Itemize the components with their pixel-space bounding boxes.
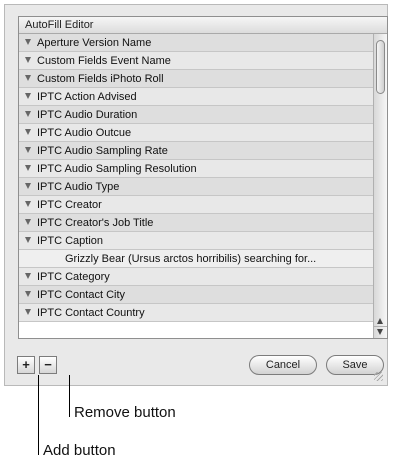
list-item-label: Grizzly Bear (Ursus arctos horribilis) s…: [65, 253, 317, 265]
list-item[interactable]: IPTC Creator's Job Title: [19, 214, 373, 232]
list-item-label: IPTC Creator: [37, 199, 102, 211]
list-item[interactable]: IPTC Audio Duration: [19, 106, 373, 124]
list-item-label: IPTC Action Advised: [37, 91, 137, 103]
list-item[interactable]: Aperture Version Name: [19, 34, 373, 52]
list-item[interactable]: IPTC Audio Type: [19, 178, 373, 196]
resize-grip-icon[interactable]: [374, 372, 383, 381]
disclosure-triangle-icon[interactable]: [25, 219, 31, 225]
remove-button-callout: Remove button: [74, 404, 176, 421]
scroll-up-arrow-icon[interactable]: [377, 318, 383, 324]
disclosure-triangle-icon[interactable]: [25, 273, 31, 279]
disclosure-triangle-icon[interactable]: [25, 57, 31, 63]
remove-callout-line: [69, 375, 70, 417]
list-item-label: IPTC Audio Sampling Resolution: [37, 163, 197, 175]
scroll-thumb[interactable]: [376, 40, 385, 94]
list-item[interactable]: IPTC Contact City: [19, 286, 373, 304]
autofill-list[interactable]: AutoFill Editor Aperture Version Name Cus…: [18, 16, 388, 339]
disclosure-triangle-icon[interactable]: [25, 75, 31, 81]
disclosure-triangle-icon[interactable]: [25, 93, 31, 99]
disclosure-triangle-icon[interactable]: [25, 129, 31, 135]
disclosure-triangle-icon[interactable]: [25, 291, 31, 297]
list-item[interactable]: Custom Fields Event Name: [19, 52, 373, 70]
list-item[interactable]: IPTC Action Advised: [19, 88, 373, 106]
disclosure-triangle-icon[interactable]: [25, 309, 31, 315]
add-callout-line: [38, 375, 39, 455]
list-item[interactable]: IPTC Audio Sampling Rate: [19, 142, 373, 160]
list-item-label: Aperture Version Name: [37, 37, 152, 49]
scroll-arrow-divider: [374, 326, 387, 327]
list-item[interactable]: IPTC Contact Country: [19, 304, 373, 322]
list-item[interactable]: IPTC Caption: [19, 232, 373, 250]
list-item-label: IPTC Contact City: [37, 289, 126, 301]
list-item-label: Custom Fields iPhoto Roll: [37, 73, 164, 85]
autofill-editor-panel: AutoFill Editor Aperture Version Name Cus…: [4, 4, 388, 386]
list-item-label: IPTC Audio Type: [37, 181, 120, 193]
list-item[interactable]: IPTC Category: [19, 268, 373, 286]
list-header: AutoFill Editor: [19, 17, 387, 34]
disclosure-triangle-icon[interactable]: [25, 111, 31, 117]
list-item-detail[interactable]: Grizzly Bear (Ursus arctos horribilis) s…: [19, 250, 373, 268]
disclosure-triangle-icon[interactable]: [25, 237, 31, 243]
list-item[interactable]: IPTC Audio Sampling Resolution: [19, 160, 373, 178]
remove-button[interactable]: −: [39, 356, 57, 374]
disclosure-triangle-icon[interactable]: [25, 165, 31, 171]
add-button[interactable]: +: [17, 356, 35, 374]
disclosure-triangle-icon[interactable]: [25, 39, 31, 45]
list-rows: Aperture Version Name Custom Fields Event…: [19, 34, 373, 338]
list-item-label: IPTC Contact Country: [37, 307, 145, 319]
list-item-label: IPTC Audio Sampling Rate: [37, 145, 168, 157]
list-item-label: IPTC Category: [37, 271, 110, 283]
list-item-label: IPTC Creator's Job Title: [37, 217, 154, 229]
list-item-label: IPTC Audio Duration: [37, 109, 138, 121]
list-item-label: Custom Fields Event Name: [37, 55, 171, 67]
list-item-label: IPTC Audio Outcue: [37, 127, 132, 139]
disclosure-triangle-icon[interactable]: [25, 183, 31, 189]
list-item[interactable]: Custom Fields iPhoto Roll: [19, 70, 373, 88]
list-item-label: IPTC Caption: [37, 235, 104, 247]
add-button-callout: Add button: [43, 442, 116, 459]
disclosure-triangle-icon[interactable]: [25, 201, 31, 207]
disclosure-triangle-icon[interactable]: [25, 147, 31, 153]
list-item[interactable]: IPTC Creator: [19, 196, 373, 214]
cancel-button[interactable]: Cancel: [249, 355, 317, 375]
vertical-scrollbar[interactable]: [373, 34, 387, 338]
list-item[interactable]: IPTC Audio Outcue: [19, 124, 373, 142]
scroll-down-arrow-icon[interactable]: [377, 329, 383, 335]
